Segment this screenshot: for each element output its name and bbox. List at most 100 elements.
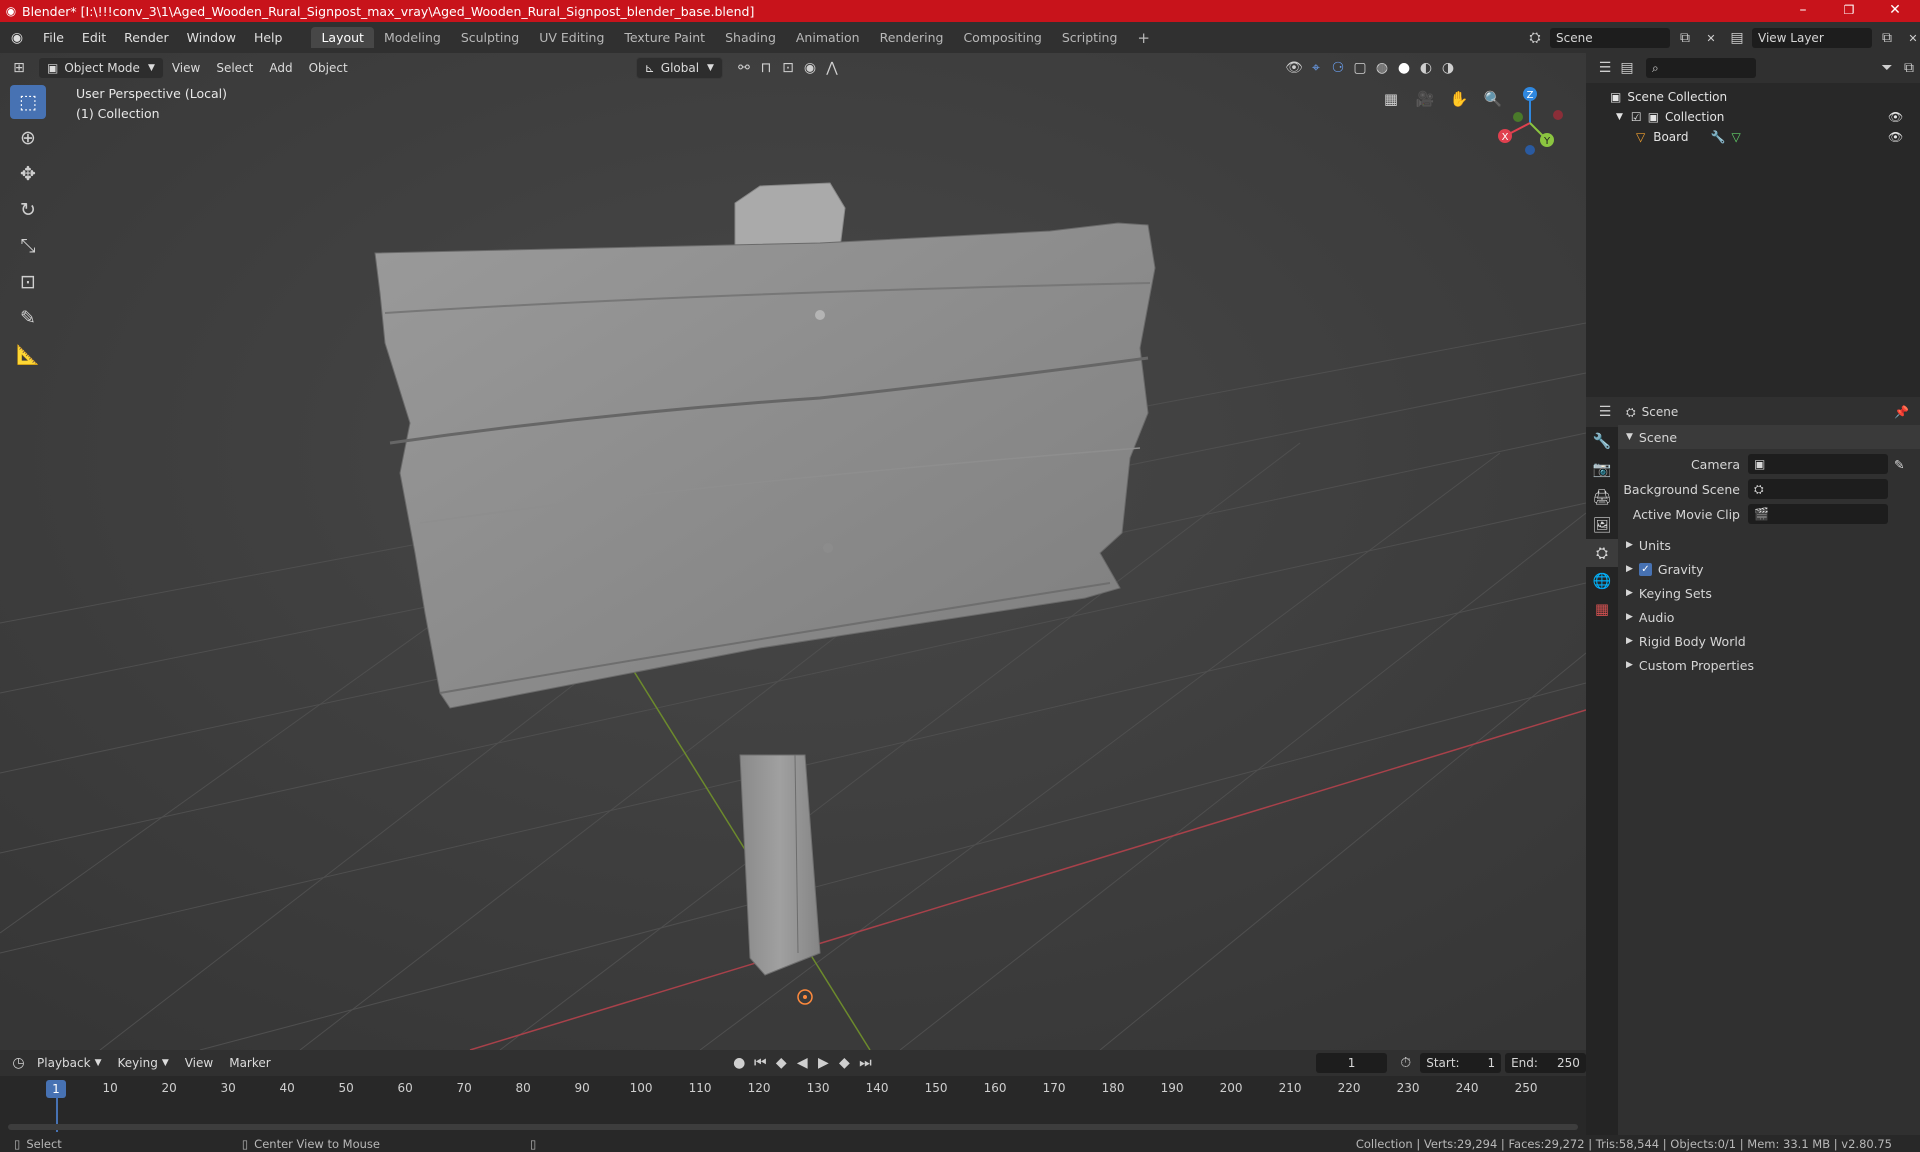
gizmo-toggle-icon[interactable]: ⌖ — [1305, 57, 1327, 79]
menu-select[interactable]: Select — [208, 57, 261, 79]
outliner-row-scene-collection[interactable]: ▣ Scene Collection — [1610, 87, 1727, 107]
menu-window[interactable]: Window — [178, 30, 245, 45]
menu-object[interactable]: Object — [301, 57, 356, 79]
texture-tab-icon[interactable]: ▦ — [1586, 595, 1618, 623]
tab-texture-paint[interactable]: Texture Paint — [614, 27, 715, 48]
solid-shading-icon[interactable]: ● — [1393, 57, 1415, 79]
visibility-icon[interactable]: 👁 — [1283, 57, 1305, 79]
annotate-tool-icon[interactable]: ✎ — [10, 301, 46, 335]
maximize-button[interactable]: ❐ — [1826, 0, 1872, 22]
scene-selector[interactable]: Scene — [1550, 28, 1670, 48]
start-frame-field[interactable]: Start: 1 — [1420, 1053, 1502, 1073]
new-scene-icon[interactable]: ⧉ — [1674, 27, 1696, 49]
scale-tool-icon[interactable]: ⤡ — [10, 229, 46, 263]
close-button[interactable]: ✕ — [1872, 0, 1918, 22]
view-layer-tab-icon[interactable]: 🖼 — [1586, 511, 1618, 539]
wireframe-shading-icon[interactable]: ◍ — [1371, 57, 1393, 79]
menu-playback[interactable]: Playback ▼ — [29, 1052, 109, 1074]
outliner-row-board[interactable]: ▽ Board 🔧 ▽ 👁 — [1636, 127, 1916, 147]
scene-tab-icon[interactable]: ⛭ — [1586, 539, 1618, 567]
gizmo-neg-y-icon[interactable] — [1513, 112, 1523, 122]
filter-icon[interactable]: ⏷ — [1876, 57, 1898, 79]
falloff-icon[interactable]: ⋀ — [821, 57, 843, 79]
rendered-shading-icon[interactable]: ◑ — [1437, 57, 1459, 79]
menu-marker[interactable]: Marker — [221, 1052, 278, 1074]
menu-timeline-view[interactable]: View — [177, 1052, 221, 1074]
collection-visibility-icon[interactable]: 👁 — [1888, 110, 1903, 124]
scene-panel-header[interactable]: ▼ Scene — [1618, 425, 1920, 449]
tab-modeling[interactable]: Modeling — [374, 27, 451, 48]
snap-icon[interactable]: ⊓ — [755, 57, 777, 79]
board-visibility-icon[interactable]: 👁 — [1888, 130, 1903, 144]
preview-range-icon[interactable]: ⏱ — [1395, 1052, 1416, 1074]
delete-scene-icon[interactable]: ✕ — [1700, 27, 1722, 49]
modifier-icon[interactable]: 🔧 — [1711, 130, 1726, 144]
mesh-data-icon[interactable]: ▽ — [1731, 130, 1740, 144]
outliner-row-collection[interactable]: ▼ ☑ ▣ Collection 👁 — [1616, 107, 1916, 127]
overlays-icon[interactable]: ⚆ — [1327, 57, 1349, 79]
material-shading-icon[interactable]: ◐ — [1415, 57, 1437, 79]
audio-section[interactable]: ▶ Audio — [1618, 605, 1920, 629]
tool-tab-icon[interactable]: 🔧 — [1586, 427, 1618, 455]
rigid-body-world-section[interactable]: ▶ Rigid Body World — [1618, 629, 1920, 653]
timeline-scrollbar[interactable] — [8, 1124, 1578, 1130]
tab-layout[interactable]: Layout — [311, 27, 374, 48]
jump-end-icon[interactable]: ⏭ — [855, 1052, 876, 1074]
expand-arrow-icon[interactable]: ▼ — [1616, 112, 1623, 122]
end-frame-field[interactable]: End: 250 — [1505, 1053, 1586, 1073]
tab-rendering[interactable]: Rendering — [870, 27, 954, 48]
outliner-editor-icon[interactable]: ☰ — [1594, 57, 1616, 79]
delete-view-layer-icon[interactable]: ✕ — [1902, 27, 1920, 49]
viewport-canvas[interactable] — [0, 53, 1586, 1050]
tab-scripting[interactable]: Scripting — [1052, 27, 1128, 48]
next-keyframe-icon[interactable]: ◆ — [834, 1052, 855, 1074]
active-movie-clip-field[interactable]: 🎬 — [1748, 504, 1888, 524]
snap-target-icon[interactable]: ⊡ — [777, 57, 799, 79]
cursor-tool-icon[interactable]: ⊕ — [10, 121, 46, 155]
menu-add[interactable]: Add — [261, 57, 300, 79]
mode-selector[interactable]: ▣ Object Mode ▼ — [38, 57, 164, 79]
menu-view[interactable]: View — [164, 57, 208, 79]
gizmo-neg-z-icon[interactable] — [1525, 145, 1535, 155]
play-icon[interactable]: ▶ — [813, 1052, 834, 1074]
outliner-search-input[interactable]: ⌕ — [1646, 58, 1756, 78]
pin-icon[interactable]: 📌 — [1894, 405, 1909, 419]
menu-render[interactable]: Render — [115, 30, 178, 45]
view-layer-selector[interactable]: View Layer — [1752, 28, 1872, 48]
pivot-point-icon[interactable]: ⚯ — [733, 57, 755, 79]
pan-view-icon[interactable]: ✋ — [1445, 85, 1473, 113]
current-frame-field[interactable]: 1 — [1315, 1053, 1388, 1073]
display-mode-icon[interactable]: ▤ — [1616, 57, 1638, 79]
keying-sets-section[interactable]: ▶ Keying Sets — [1618, 581, 1920, 605]
playhead[interactable]: 1 — [46, 1080, 66, 1098]
navigation-gizmo[interactable]: Z X Y — [1490, 83, 1570, 163]
transform-orientation-selector[interactable]: ⊾ Global ▼ — [635, 57, 723, 79]
editor-type-icon[interactable]: ⊞ — [8, 57, 30, 79]
camera-view-icon[interactable]: 🎥 — [1411, 85, 1439, 113]
rotate-tool-icon[interactable]: ↻ — [10, 193, 46, 227]
view-layer-icon[interactable]: ▤ — [1726, 27, 1748, 49]
timeline-ruler[interactable]: 1 10 20 30 40 50 60 70 80 90 100 110 120 130 140 150 16… — [0, 1076, 1586, 1135]
render-tab-icon[interactable]: 📷 — [1586, 455, 1618, 483]
menu-file[interactable]: File — [34, 30, 73, 45]
jump-start-icon[interactable]: ⏮ — [750, 1052, 771, 1074]
toggle-camera-grid-icon[interactable]: ▦ — [1377, 85, 1405, 113]
gravity-checkbox[interactable]: ✓ — [1638, 562, 1652, 576]
3d-viewport[interactable]: ⊞ ▣ Object Mode ▼ View Select Add Object… — [0, 53, 1586, 1050]
prev-keyframe-icon[interactable]: ◆ — [771, 1052, 792, 1074]
scene-icon[interactable]: ⛭ — [1524, 27, 1546, 49]
world-tab-icon[interactable]: 🌐 — [1586, 567, 1618, 595]
units-section[interactable]: ▶ Units — [1618, 533, 1920, 557]
minimize-button[interactable]: – — [1780, 0, 1826, 22]
new-collection-icon[interactable]: ⧉ — [1898, 57, 1920, 79]
gizmo-neg-x-icon[interactable] — [1553, 110, 1563, 120]
camera-field[interactable]: ▣ — [1748, 454, 1888, 474]
gravity-section[interactable]: ▶ ✓ Gravity — [1618, 557, 1920, 581]
xray-icon[interactable]: ▢ — [1349, 57, 1371, 79]
timeline-editor-icon[interactable]: ◷ — [8, 1052, 29, 1074]
tab-sculpting[interactable]: Sculpting — [451, 27, 529, 48]
transform-tool-icon[interactable]: ⊡ — [10, 265, 46, 299]
tab-uv-editing[interactable]: UV Editing — [529, 27, 614, 48]
add-workspace-icon[interactable]: + — [1127, 26, 1160, 50]
record-icon[interactable]: ● — [729, 1052, 750, 1074]
